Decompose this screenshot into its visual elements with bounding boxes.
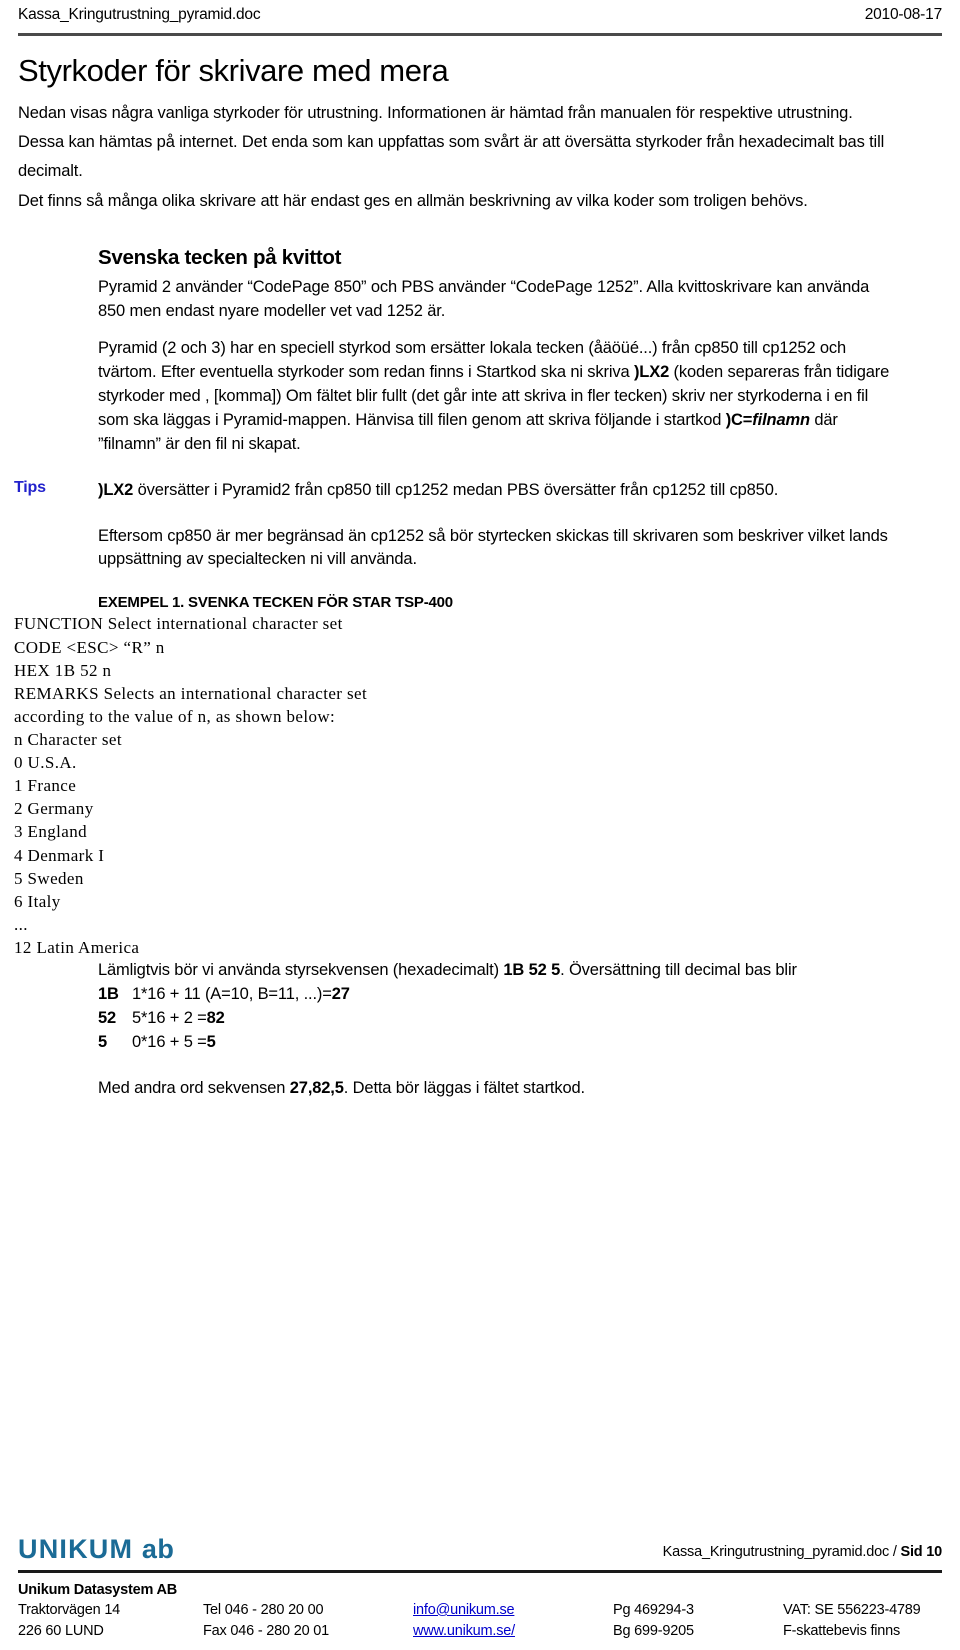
footer-contact-grid: Traktorvägen 14 Tel 046 - 280 20 00 info… [18,1600,942,1642]
final-sequence: 27,82,5 [289,1078,344,1097]
intro-block: Nedan visas några vanliga styrkoder för … [18,99,902,216]
section-svenska-tecken: Svenska tecken på kvittot Pyramid 2 anvä… [98,246,898,456]
footer-top-row: UNIKUM ab Kassa_Kringutrustning_pyramid.… [18,1523,942,1565]
section-p2-code-lx2: )LX2 [633,362,670,381]
header-divider [18,33,942,36]
concl-part-c: . Översättning till decimal bas blir [560,961,797,980]
section-p2-code-c: )C= [725,410,753,429]
section-paragraph-1: Pyramid 2 använder “CodePage 850” och PB… [98,278,870,321]
final-part-c: . Detta bör läggas i fältet startkod. [343,1078,585,1097]
footer-phone: Tel 046 - 280 20 00 [203,1601,324,1618]
logo-main-text: UNIKUM [18,1533,134,1564]
footer-giro-bg: Bg 699-9205 [613,1622,694,1639]
tips-label: Tips [14,478,46,496]
calc-key: 52 [98,1008,117,1027]
tips-section: Tips )LX2 översätter i Pyramid2 från cp8… [0,479,960,573]
calc-result: 27 [331,984,350,1003]
footer-page-number: Sid 10 [900,1543,942,1560]
tips-paragraph-2: Eftersom cp850 är mer begränsad än cp125… [98,526,888,569]
example-conclusion-text: Lämligtvis bör vi använda styrsekvensen … [98,959,898,983]
intro-paragraph-1: Nedan visas några vanliga styrkoder för … [18,103,885,181]
document-body: Styrkoder för skrivare med mera Nedan vi… [0,52,960,1101]
calc-expression: 0*16 + 5 = [132,1032,207,1051]
document-page: Kassa_Kringutrustning_pyramid.doc 2010-0… [0,0,960,1650]
footer-docref-name: Kassa_Kringutrustning_pyramid.doc / [662,1543,901,1560]
intro-paragraph-2: Det finns så många olika skrivare att hä… [18,191,808,210]
logo-sub-text: ab [141,1533,175,1564]
calc-row: 52 5*16 + 2 =82 [98,1007,898,1031]
footer-tax-status: F-skattebevis finns [783,1622,901,1639]
document-footer: UNIKUM ab Kassa_Kringutrustning_pyramid.… [0,1523,960,1650]
header-date: 2010-08-17 [864,6,942,23]
final-part-a: Med andra ord sekvensen [98,1078,290,1097]
calc-expression: 1*16 + 11 (A=10, B=11, ...)= [132,984,332,1003]
calc-key: 1B [98,984,119,1003]
tips-p1-rest: översätter i Pyramid2 från cp850 till cp… [133,480,779,499]
footer-divider [18,1569,942,1573]
footer-website-link[interactable]: www.unikum.se/ [413,1623,515,1639]
calc-result: 82 [206,1008,225,1027]
concl-part-a: Lämligtvis bör vi använda styrsekvensen … [98,961,504,980]
section-p2-filnamn: filnamn [752,410,810,429]
footer-email-link[interactable]: info@unikum.se [413,1602,515,1618]
footer-document-reference: Kassa_Kringutrustning_pyramid.doc / Sid … [662,1543,943,1565]
section-heading: Svenska tecken på kvittot [98,246,342,270]
footer-giro-pg: Pg 469294-3 [613,1601,694,1618]
example-heading: EXEMPEL 1. SVENKA TECKEN FÖR STAR TSP-40… [98,594,453,612]
footer-vat: VAT: SE 556223-4789 [783,1601,921,1618]
document-header: Kassa_Kringutrustning_pyramid.doc 2010-0… [18,6,942,24]
example-final-text: Med andra ord sekvensen 27,82,5. Detta b… [98,1077,898,1101]
footer-city: 226 60 LUND [18,1622,104,1639]
calc-key: 5 [98,1032,108,1051]
example-conclusion: Lämligtvis bör vi använda styrsekvensen … [98,959,898,1101]
section-paragraph-2: Pyramid (2 och 3) har en speciell styrko… [98,337,898,457]
calc-result: 5 [206,1032,216,1051]
page-title: Styrkoder för skrivare med mera [18,53,449,88]
header-document-name: Kassa_Kringutrustning_pyramid.doc [18,6,261,23]
footer-company-name: Unikum Datasystem AB [18,1581,178,1598]
calc-row: 1B 1*16 + 11 (A=10, B=11, ...)=27 [98,983,898,1007]
calc-expression: 5*16 + 2 = [132,1008,207,1027]
unikum-logo: UNIKUM ab [18,1533,175,1565]
concl-hex-sequence: 1B 52 5 [503,961,561,980]
tips-code-lx2: )LX2 [98,480,134,499]
footer-address: Traktorvägen 14 [18,1601,121,1618]
tips-content: )LX2 översätter i Pyramid2 från cp850 ti… [98,479,898,573]
example-section: EXEMPEL 1. SVENKA TECKEN FÖR STAR TSP-40… [98,594,898,611]
tips-paragraph-1: )LX2 översätter i Pyramid2 från cp850 ti… [98,479,898,503]
manual-excerpt: FUNCTION Select international character … [14,614,368,957]
calc-row: 5 0*16 + 5 =5 [98,1031,898,1055]
footer-fax: Fax 046 - 280 20 01 [203,1622,329,1639]
